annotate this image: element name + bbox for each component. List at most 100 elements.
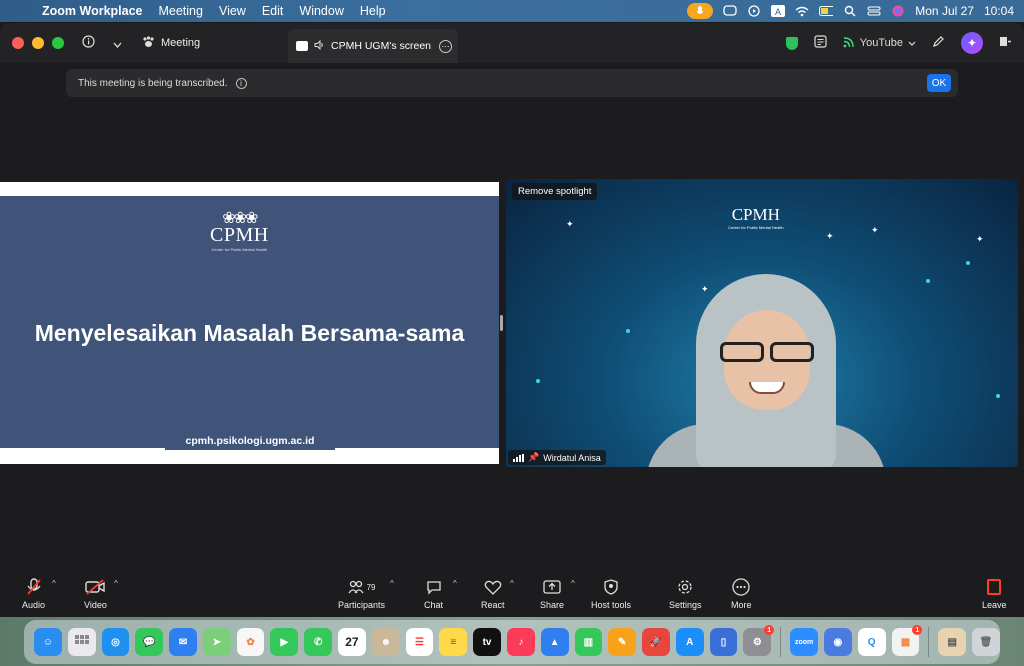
phone-icon[interactable]: ✆ [304, 628, 333, 656]
chat-bubble-icon[interactable] [723, 5, 737, 17]
participants-options-caret[interactable]: ^ [390, 579, 394, 588]
wifi-icon[interactable] [795, 5, 809, 17]
pages-icon[interactable]: ✎ [608, 628, 637, 656]
audio-label: Audio [22, 600, 46, 610]
safari-icon[interactable]: ◎ [101, 628, 130, 656]
minimize-window-button[interactable] [32, 37, 44, 49]
battery-icon[interactable] [819, 5, 834, 17]
close-window-button[interactable] [12, 37, 24, 49]
mail-icon[interactable]: ✉ [169, 628, 197, 656]
menubar-time[interactable]: 10:04 [984, 4, 1014, 18]
shared-screen-content[interactable]: ❀❀❀ CPMH Center for Public Mental Health… [0, 182, 499, 464]
video-options-caret[interactable]: ^ [114, 579, 118, 588]
fullscreen-window-button[interactable] [52, 37, 64, 49]
input-source-icon[interactable]: A [771, 5, 786, 17]
youtube-label: YouTube [859, 37, 903, 49]
menu-app-name[interactable]: Zoom Workplace [34, 4, 150, 18]
system-settings-icon[interactable]: ⚙ 1 [743, 625, 775, 656]
split-view-drag-handle[interactable] [500, 315, 503, 331]
downloads-folder-icon[interactable]: ▤ [938, 628, 967, 656]
react-options-caret[interactable]: ^ [510, 579, 514, 588]
chevron-down-icon[interactable] [113, 36, 122, 51]
dot-decoration [996, 394, 1000, 398]
transcription-text: This meeting is being transcribed. [78, 77, 228, 89]
more-options-icon[interactable]: ⋯ [439, 39, 452, 53]
menu-help[interactable]: Help [352, 4, 394, 18]
control-center-icon[interactable] [867, 5, 881, 17]
reminders-icon[interactable]: ☰ [405, 628, 434, 656]
dot-decoration [536, 379, 540, 383]
leave-label: Leave [982, 600, 1007, 610]
office-apps-icon[interactable]: ▦ 1 [891, 625, 923, 656]
svg-text:A: A [775, 7, 781, 17]
more-button[interactable]: More [731, 577, 752, 610]
quicktime-icon[interactable]: Q [857, 628, 886, 656]
video-button[interactable]: Video [84, 577, 107, 610]
calendar-icon[interactable]: 27 [338, 628, 366, 656]
meeting-tab[interactable]: Meeting [142, 35, 201, 51]
menu-view[interactable]: View [211, 4, 254, 18]
star-decoration: ✦ [871, 225, 879, 235]
annotate-pencil-icon[interactable] [932, 35, 945, 51]
maps-icon[interactable]: ➤ [202, 628, 231, 656]
paw-icon [142, 35, 155, 51]
share-options-caret[interactable]: ^ [571, 579, 575, 588]
menubar-date[interactable]: Mon Jul 27 [915, 4, 974, 18]
host-tools-button[interactable]: Host tools [591, 577, 631, 610]
leave-button[interactable]: Leave [982, 577, 1007, 610]
participant-video-tile[interactable]: ✦ ✦ ✦ ✦ ✦ CPMH Center for Public Mental … [506, 179, 1018, 467]
finder-alt-icon[interactable]: ◉ [823, 628, 852, 656]
meeting-info-icon[interactable] [82, 35, 95, 51]
dock-separator [780, 627, 782, 657]
star-decoration: ✦ [976, 234, 984, 244]
participant-name-label: 📌 Wirdatul Anisa [508, 450, 606, 465]
keynote-icon[interactable]: ▲ [540, 628, 569, 656]
messages-icon[interactable]: 💬 [135, 628, 164, 656]
livestream-youtube-button[interactable]: YouTube [843, 36, 916, 51]
app-store-icon[interactable]: A [675, 628, 704, 656]
meeting-tab-label: Meeting [161, 37, 201, 49]
view-exit-icon[interactable] [999, 35, 1012, 51]
preview-icon[interactable]: ▯ [709, 628, 738, 656]
chat-button[interactable]: Chat [424, 577, 443, 610]
finder-icon[interactable]: ☺ [34, 628, 62, 656]
music-icon[interactable]: ♪ [506, 628, 535, 656]
react-button[interactable]: React [481, 577, 505, 610]
zoom-app-icon[interactable]: zoom [790, 628, 818, 656]
audio-options-caret[interactable]: ^ [52, 579, 56, 588]
participants-button[interactable]: 79 Participants [338, 577, 385, 610]
siri-icon[interactable] [891, 5, 905, 17]
participant-name: Wirdatul Anisa [543, 452, 601, 463]
trash-icon[interactable]: 🗑 [972, 628, 1000, 656]
menu-edit[interactable]: Edit [254, 4, 292, 18]
share-button[interactable]: Share [540, 577, 564, 610]
shared-screen-tab[interactable]: CPMH UGM's screen ⋯ [288, 29, 458, 63]
apple-tv-icon[interactable]: tv [473, 628, 501, 656]
slide-footer-url: cpmh.psikologi.ugm.ac.id [165, 434, 335, 450]
audio-button[interactable]: Audio [22, 577, 45, 610]
notes-icon[interactable] [814, 35, 827, 51]
info-icon[interactable]: i [235, 77, 247, 89]
ai-companion-icon[interactable]: ✦ [961, 32, 983, 54]
notes-app-icon[interactable]: ≡ [439, 628, 468, 656]
menu-meeting[interactable]: Meeting [150, 4, 210, 18]
share-label: Share [540, 600, 565, 610]
chat-options-caret[interactable]: ^ [453, 579, 457, 588]
rocket-app-icon[interactable]: 🚀 [642, 628, 670, 656]
play-circle-icon[interactable] [747, 5, 761, 17]
photos-icon[interactable]: ✿ [236, 628, 265, 656]
mic-in-use-icon[interactable] [687, 3, 714, 19]
host-tools-label: Host tools [591, 600, 632, 610]
remove-spotlight-button[interactable]: Remove spotlight [512, 183, 598, 200]
encryption-shield-icon[interactable] [785, 36, 798, 50]
settings-button[interactable]: Settings [669, 577, 702, 610]
launchpad-icon[interactable] [67, 628, 96, 656]
spotlight-search-icon[interactable] [843, 5, 857, 17]
numbers-icon[interactable]: ▥ [574, 628, 603, 656]
zoom-meeting-window: Meeting CPMH UGM's screen ⋯ YouTube ✦ Th… [0, 23, 1024, 617]
contacts-icon[interactable]: ☻ [371, 628, 400, 656]
menu-window[interactable]: Window [291, 4, 351, 18]
facetime-icon[interactable]: ▶ [270, 628, 299, 656]
ok-button[interactable]: OK [927, 74, 951, 92]
leave-door-icon [987, 577, 1002, 597]
